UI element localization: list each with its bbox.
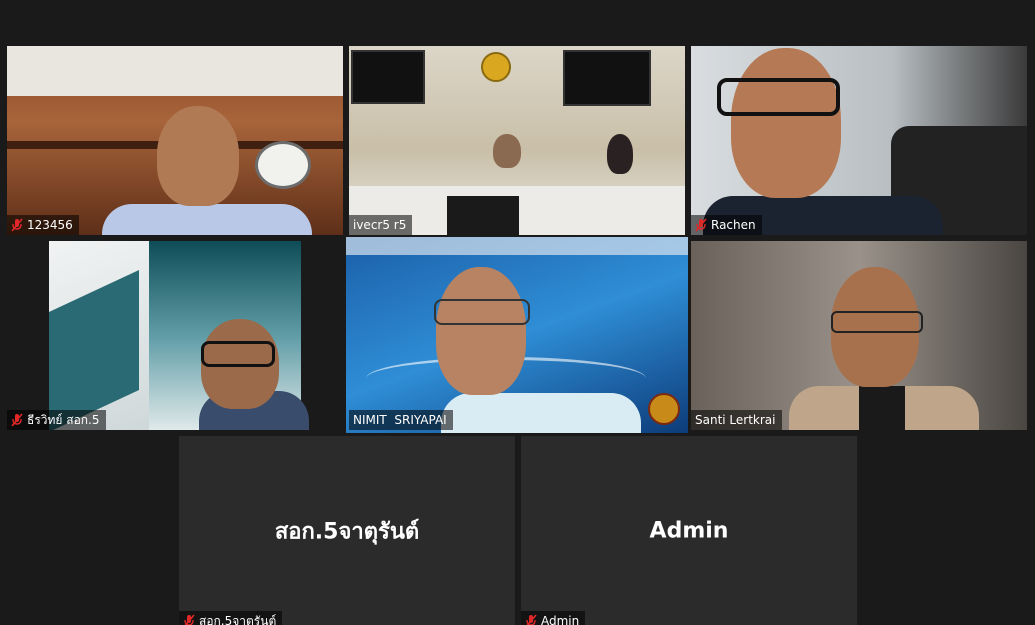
participant-name-tag: ivecr5 r5 [349,215,413,235]
video-tile-teerawit[interactable]: ธีรวิทย์ สอก.5 [7,241,343,430]
glasses-icon [434,299,530,325]
participant-name: Admin [541,614,580,625]
participant-name-tag: Rachen [691,215,762,235]
participant-video [346,237,688,433]
participant-name-tag: สอก.5จาตุรันต์ [179,611,283,625]
wall-clock-icon [255,141,311,189]
participant-name: สอก.5จาตุรันต์ [199,614,277,625]
microphone-muted-icon [526,614,537,625]
video-tile-santi[interactable]: Santi Lertkrai [691,241,1027,430]
video-tile-jaturan[interactable]: สอก.5จาตุรันต์ สอก.5จาตุรันต์ [179,436,515,625]
glasses-icon [201,341,275,367]
participant-name: ธีรวิทย์ สอก.5 [27,413,100,427]
video-tile-rachen[interactable]: Rachen [691,46,1027,235]
participant-display-name: สอก.5จาตุรันต์ [274,519,420,544]
participant-name: NIMIT SRIYAPAI [353,413,447,427]
participant-name-tag: Admin [521,611,586,625]
participant-video [49,241,309,430]
participant-name-tag: 123456 [7,215,79,235]
participant-name-tag: NIMIT SRIYAPAI [349,410,453,430]
microphone-muted-icon [11,218,23,232]
participant-name: Santi Lertkrai [695,413,776,427]
participant-name: 123456 [27,218,73,232]
glasses-icon [717,78,840,116]
glasses-icon [831,311,923,333]
seal-logo-icon [648,393,680,425]
participant-video [691,46,1027,235]
microphone-muted-icon [11,413,23,427]
video-tile-admin[interactable]: Admin Admin [521,436,857,625]
screen-right [563,50,651,106]
participant-video [691,241,1027,430]
emblem-icon [481,52,511,82]
participant-display-name: Admin [649,518,729,543]
microphone-muted-icon [184,614,195,625]
participant-name: Rachen [711,218,756,232]
participant-name-tag: Santi Lertkrai [691,410,782,430]
participant-video [7,46,343,235]
participant-name: ivecr5 r5 [353,218,407,232]
video-tile-nimit-active-speaker[interactable]: NIMIT SRIYAPAI [346,237,688,433]
participant-name-tag: ธีรวิทย์ สอก.5 [7,410,106,430]
screen-left [351,50,425,104]
participant-video [349,46,685,235]
video-tile-123456[interactable]: 123456 [7,46,343,235]
microphone-muted-icon [695,218,707,232]
video-tile-ivecr5[interactable]: ivecr5 r5 [349,46,685,235]
